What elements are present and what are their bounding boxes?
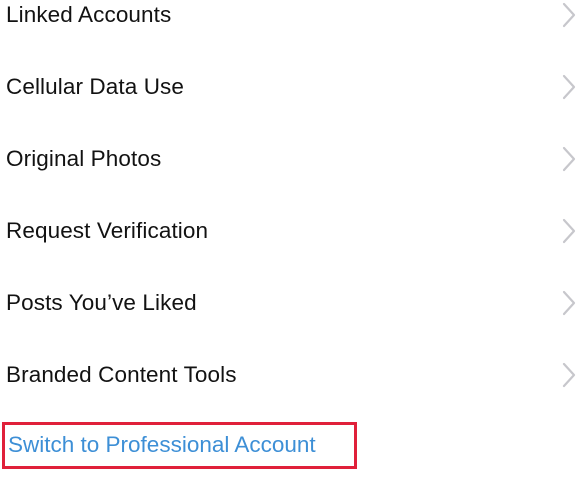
chevron-right-icon (561, 74, 577, 100)
switch-to-professional-account-label: Switch to Professional Account (8, 432, 316, 458)
settings-item-linked-accounts[interactable]: Linked Accounts (0, 0, 583, 51)
settings-item-posts-youve-liked[interactable]: Posts You’ve Liked (0, 267, 583, 339)
settings-item-label: Original Photos (6, 145, 162, 171)
settings-item-cellular-data-use[interactable]: Cellular Data Use (0, 51, 583, 123)
chevron-right-icon (561, 2, 577, 28)
settings-item-branded-content-tools[interactable]: Branded Content Tools (0, 339, 583, 411)
chevron-right-icon (561, 290, 577, 316)
chevron-right-icon (561, 146, 577, 172)
settings-item-label: Linked Accounts (6, 1, 172, 27)
settings-item-label: Branded Content Tools (6, 361, 237, 387)
chevron-right-icon (561, 218, 577, 244)
switch-to-professional-account-link[interactable]: Switch to Professional Account (2, 422, 357, 469)
settings-item-label: Request Verification (6, 217, 209, 243)
chevron-right-icon (561, 362, 577, 388)
settings-item-label: Cellular Data Use (6, 73, 185, 99)
settings-item-request-verification[interactable]: Request Verification (0, 195, 583, 267)
settings-item-label: Posts You’ve Liked (6, 289, 197, 315)
settings-item-original-photos[interactable]: Original Photos (0, 123, 583, 195)
settings-list: Linked Accounts Cellular Data Use Origin… (0, 0, 583, 485)
